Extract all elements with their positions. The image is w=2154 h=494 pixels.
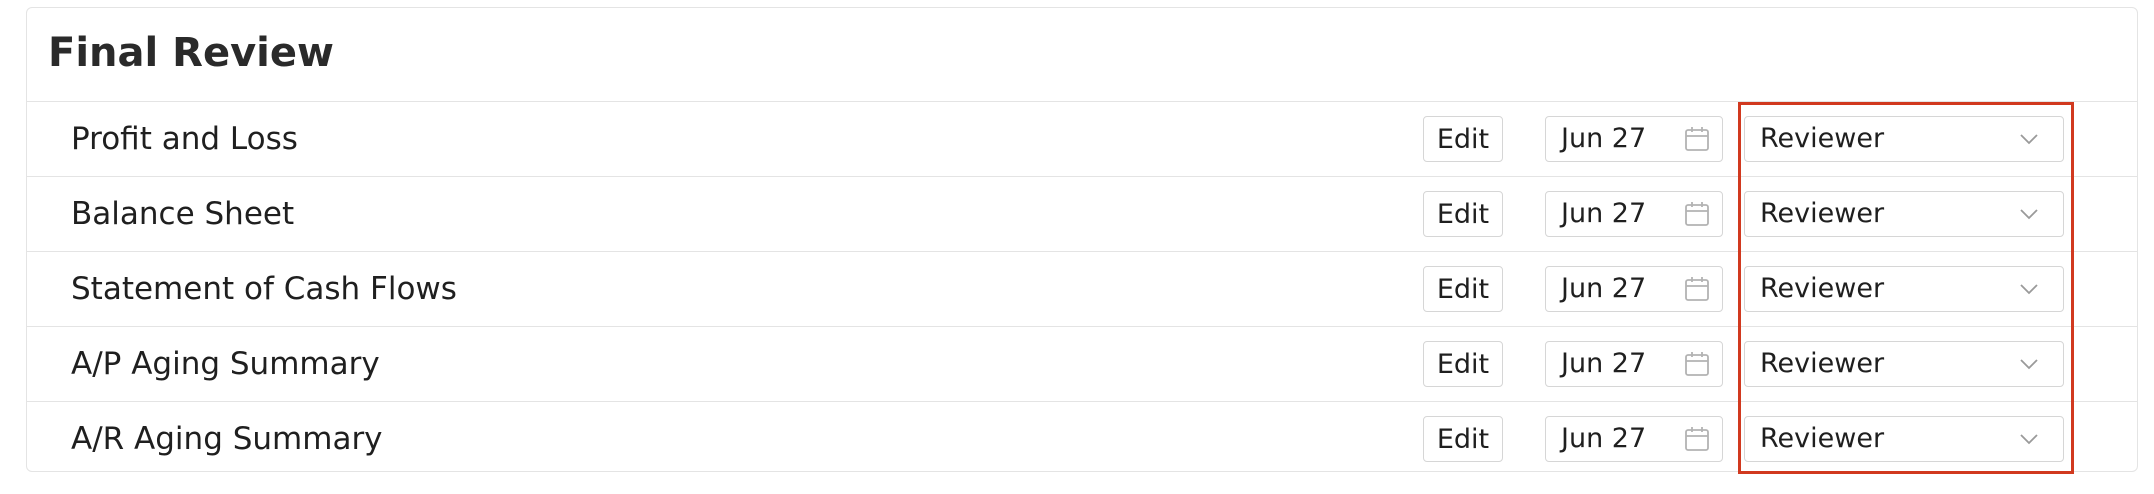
- report-name: A/R Aging Summary: [71, 421, 383, 457]
- reviewer-select[interactable]: Reviewer: [1744, 191, 2064, 237]
- reviewer-select-value: Reviewer: [1760, 123, 1885, 154]
- chevron-down-icon: [2020, 359, 2038, 370]
- edit-button[interactable]: Edit: [1423, 116, 1503, 162]
- reviewer-select[interactable]: Reviewer: [1744, 416, 2064, 462]
- reviewer-select[interactable]: Reviewer: [1744, 266, 2064, 312]
- due-date-picker[interactable]: Jun 27: [1545, 191, 1723, 237]
- report-name: Statement of Cash Flows: [71, 271, 457, 307]
- due-date-picker[interactable]: Jun 27: [1545, 416, 1723, 462]
- due-date-value: Jun 27: [1561, 348, 1647, 379]
- reviewer-select-value: Reviewer: [1760, 198, 1885, 229]
- reviewer-select[interactable]: Reviewer: [1744, 116, 2064, 162]
- chevron-down-icon: [2020, 284, 2038, 295]
- due-date-value: Jun 27: [1561, 273, 1647, 304]
- due-date-value: Jun 27: [1561, 198, 1647, 229]
- report-name: Profit and Loss: [71, 121, 298, 157]
- report-row: Balance Sheet Edit Jun 27 Reviewer: [27, 177, 2137, 252]
- due-date-picker[interactable]: Jun 27: [1545, 266, 1723, 312]
- due-date-value: Jun 27: [1561, 123, 1647, 154]
- calendar-icon: [1685, 352, 1709, 376]
- card-header: Final Review: [27, 8, 2137, 102]
- report-row: A/R Aging Summary Edit Jun 27 Reviewer: [27, 402, 2137, 476]
- edit-button[interactable]: Edit: [1423, 416, 1503, 462]
- reviewer-select-value: Reviewer: [1760, 348, 1885, 379]
- reviewer-select-value: Reviewer: [1760, 273, 1885, 304]
- reviewer-select[interactable]: Reviewer: [1744, 341, 2064, 387]
- report-row: Profit and Loss Edit Jun 27 Reviewer: [27, 102, 2137, 177]
- chevron-down-icon: [2020, 134, 2038, 145]
- calendar-icon: [1685, 277, 1709, 301]
- report-name: A/P Aging Summary: [71, 346, 380, 382]
- edit-button[interactable]: Edit: [1423, 266, 1503, 312]
- section-title: Final Review: [48, 30, 334, 76]
- report-name: Balance Sheet: [71, 196, 295, 232]
- calendar-icon: [1685, 127, 1709, 151]
- due-date-value: Jun 27: [1561, 423, 1647, 454]
- report-row: Statement of Cash Flows Edit Jun 27 Revi…: [27, 252, 2137, 327]
- edit-button[interactable]: Edit: [1423, 191, 1503, 237]
- due-date-picker[interactable]: Jun 27: [1545, 341, 1723, 387]
- calendar-icon: [1685, 427, 1709, 451]
- edit-button[interactable]: Edit: [1423, 341, 1503, 387]
- calendar-icon: [1685, 202, 1709, 226]
- chevron-down-icon: [2020, 434, 2038, 445]
- due-date-picker[interactable]: Jun 27: [1545, 116, 1723, 162]
- final-review-card: Final Review Profit and Loss Edit Jun 27…: [26, 7, 2138, 472]
- report-row: A/P Aging Summary Edit Jun 27 Reviewer: [27, 327, 2137, 402]
- chevron-down-icon: [2020, 209, 2038, 220]
- reviewer-select-value: Reviewer: [1760, 423, 1885, 454]
